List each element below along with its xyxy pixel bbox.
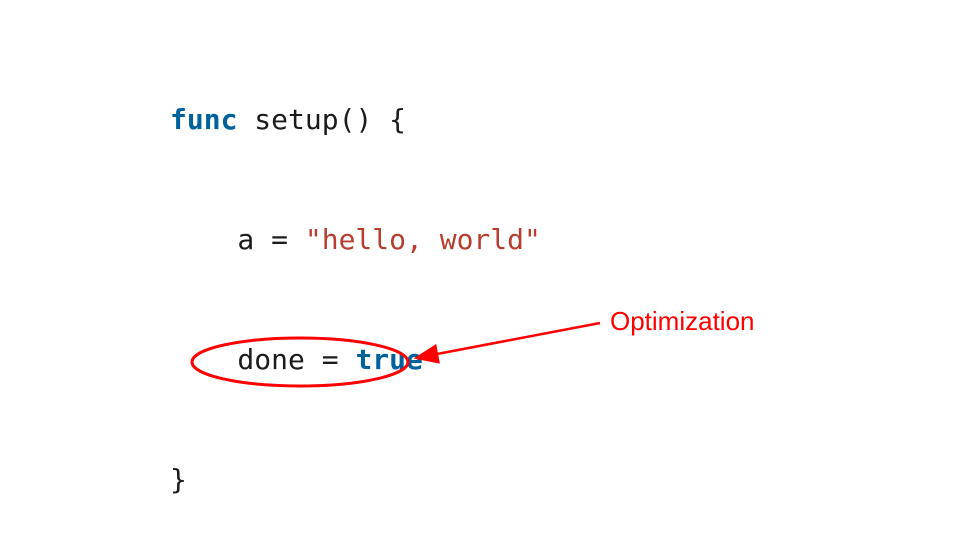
- code-block: func setup() { a = "hello, world" done =…: [170, 20, 541, 540]
- ln3-pre: done =: [170, 343, 355, 376]
- slide-area: func setup() { a = "hello, world" done =…: [0, 0, 960, 540]
- code-line-3: done = true: [170, 340, 541, 380]
- kw-func-1: func: [170, 103, 237, 136]
- ln2-str: "hello, world": [305, 223, 541, 256]
- annotation-label: Optimization: [610, 306, 755, 337]
- kw-true: true: [355, 343, 422, 376]
- code-line-4: }: [170, 460, 541, 500]
- ln2-pre: a =: [170, 223, 305, 256]
- code-line-2: a = "hello, world": [170, 220, 541, 260]
- code-line-1: func setup() {: [170, 100, 541, 140]
- ln1-rest: setup() {: [237, 103, 406, 136]
